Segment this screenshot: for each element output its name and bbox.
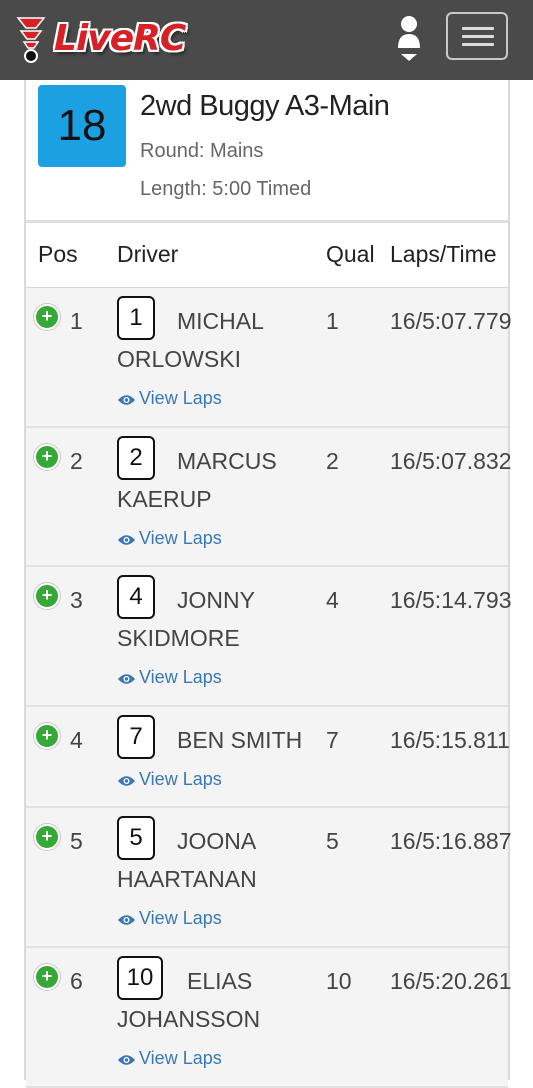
laps-time: 16/5:07.779 (390, 308, 512, 334)
car-number-badge: 4 (117, 575, 155, 619)
driver-first-name: JONNY (177, 587, 255, 613)
qual-position: 1 (326, 308, 339, 334)
car-number-badge: 5 (117, 816, 155, 860)
logo-text: LiveRC (54, 18, 186, 59)
column-laps-time[interactable]: Laps/Time (390, 241, 497, 268)
view-laps-link[interactable]: View Laps (117, 528, 222, 549)
laps-time: 16/5:15.811 (390, 727, 510, 753)
hamburger-menu-icon (462, 27, 494, 30)
eye-icon (117, 674, 136, 684)
driver-last-name: HAARTANAN (117, 866, 257, 892)
column-pos[interactable]: Pos (38, 241, 78, 268)
hamburger-menu-button[interactable] (446, 12, 508, 60)
driver-first-name: MICHAL (177, 308, 264, 334)
results-panel: 18 2wd Buggy A3-Main Round: Mains Length… (24, 80, 512, 1088)
result-position: 4 (70, 727, 83, 753)
driver-first-name: ELIAS (187, 968, 253, 994)
driver-last-name: KAERUP (117, 486, 212, 512)
table-row: +3 4 JONNY SKIDMORE 4 16/5:14.793 View Laps (26, 567, 512, 707)
race-length: Length: 5:00 Timed (140, 178, 312, 200)
driver-first-name: BEN SMITH (177, 727, 303, 753)
race-header: 18 2wd Buggy A3-Main Round: Mains Length… (26, 80, 508, 223)
car-number-badge: 1 (117, 296, 155, 340)
race-title: 2wd Buggy A3-Main (140, 90, 390, 122)
user-menu-button[interactable] (392, 12, 426, 64)
table-row: +6 10 ELIAS JOHANSSON 10 16/5:20.261 View Laps (26, 948, 512, 1088)
car-number-badge: 2 (117, 436, 155, 480)
table-row: +1 1 MICHAL ORLOWSKI 1 16/5:07.779 View Laps (26, 288, 512, 428)
car-number-badge: 7 (117, 715, 155, 759)
qual-position: 2 (326, 448, 339, 474)
result-position: 2 (70, 448, 83, 474)
column-driver[interactable]: Driver (117, 241, 178, 268)
driver-first-name: MARCUS (177, 448, 277, 474)
eye-icon (117, 1055, 136, 1065)
liverc-logo-icon (16, 17, 46, 63)
result-position: 5 (70, 828, 83, 854)
laps-time: 16/5:14.793 (390, 587, 512, 613)
hamburger-menu-icon (462, 43, 494, 46)
eye-icon (117, 776, 136, 786)
expand-row-plus-circle-icon[interactable]: + (34, 824, 60, 850)
user-icon (398, 16, 420, 61)
expand-row-plus-circle-icon[interactable]: + (34, 723, 60, 749)
driver-first-name: JOONA (177, 828, 257, 854)
view-laps-label: View Laps (139, 769, 222, 789)
hamburger-menu-icon (462, 35, 494, 38)
qual-position: 4 (326, 587, 339, 613)
table-row: +2 2 MARCUS KAERUP 2 16/5:07.832 View Laps (26, 428, 512, 567)
view-laps-label: View Laps (139, 528, 222, 548)
laps-time: 16/5:20.261 (390, 968, 512, 994)
expand-row-plus-circle-icon[interactable]: + (34, 444, 60, 470)
column-qual[interactable]: Qual (326, 241, 375, 268)
result-position: 3 (70, 587, 83, 613)
view-laps-link[interactable]: View Laps (117, 908, 222, 929)
table-row: +5 5 JOONA HAARTANAN 5 16/5:16.887 View Laps (26, 808, 512, 948)
view-laps-label: View Laps (139, 667, 222, 687)
eye-icon (117, 535, 136, 545)
view-laps-label: View Laps (139, 388, 222, 408)
view-laps-label: View Laps (139, 1048, 222, 1068)
result-position: 6 (70, 968, 83, 994)
driver-last-name: ORLOWSKI (117, 346, 241, 372)
view-laps-link[interactable]: View Laps (117, 1048, 222, 1069)
car-number-badge: 10 (117, 956, 163, 1000)
view-laps-link[interactable]: View Laps (117, 667, 222, 688)
expand-row-plus-circle-icon[interactable]: + (34, 304, 60, 330)
laps-time: 16/5:16.887 (390, 828, 512, 854)
expand-row-plus-circle-icon[interactable]: + (34, 964, 60, 990)
view-laps-link[interactable]: View Laps (117, 769, 222, 790)
qual-position: 10 (326, 968, 352, 994)
eye-icon (117, 915, 136, 925)
qual-position: 5 (326, 828, 339, 854)
table-row: +4 7 BEN SMITH 7 16/5:15.811 View Laps (26, 707, 510, 808)
expand-row-plus-circle-icon[interactable]: + (34, 583, 60, 609)
view-laps-label: View Laps (139, 908, 222, 928)
result-position: 1 (70, 308, 83, 334)
qual-position: 7 (326, 727, 339, 753)
eye-icon (117, 395, 136, 405)
driver-last-name: JOHANSSON (117, 1006, 261, 1032)
liverc-logo[interactable]: LiveRC (14, 14, 204, 66)
driver-last-name: SKIDMORE (117, 625, 240, 651)
race-round: Round: Mains (140, 140, 264, 162)
race-number-badge: 18 (38, 85, 126, 167)
results-table-header: Pos Driver Qual Laps/Time (26, 223, 508, 290)
top-navbar: LiveRC (0, 0, 533, 80)
view-laps-link[interactable]: View Laps (117, 388, 222, 409)
laps-time: 16/5:07.832 (390, 448, 512, 474)
